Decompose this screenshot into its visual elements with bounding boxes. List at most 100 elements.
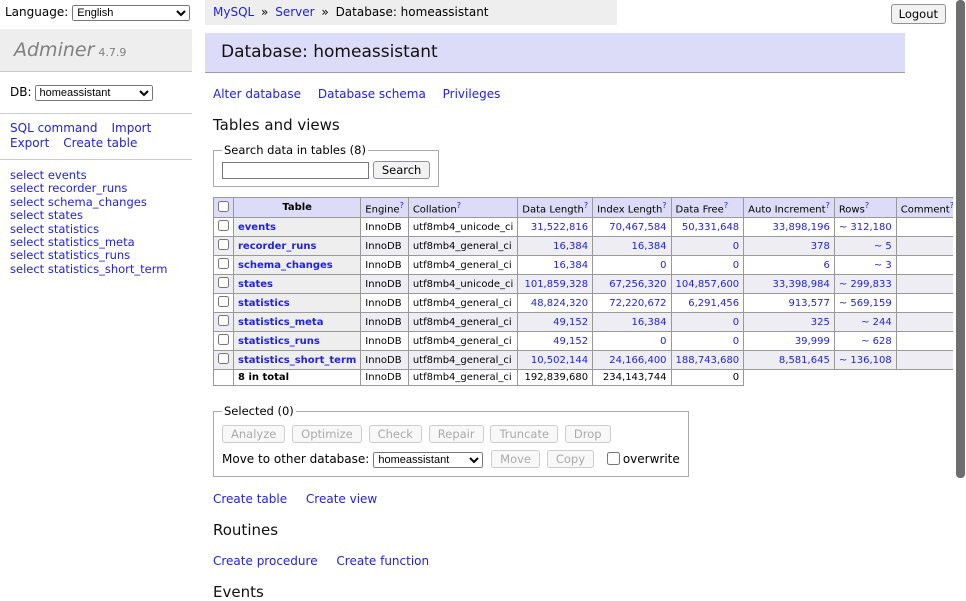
- rows-link[interactable]: ~ 136,108: [839, 355, 892, 366]
- table-name-link[interactable]: events: [238, 222, 276, 233]
- data-length-link[interactable]: 48,824,320: [531, 298, 588, 309]
- help-icon[interactable]: ?: [865, 201, 869, 210]
- repair-button[interactable]: Repair: [429, 425, 484, 443]
- language-select[interactable]: English: [72, 5, 190, 21]
- row-checkbox[interactable]: [218, 239, 229, 250]
- data-length-link[interactable]: 101,859,328: [524, 279, 588, 290]
- data-length-link[interactable]: 16,384: [553, 260, 588, 271]
- sidebar-item-select-statistics-runs[interactable]: select statistics_runs: [10, 249, 192, 261]
- create-table-link-bottom[interactable]: Create table: [213, 492, 287, 506]
- index-length-link[interactable]: 16,384: [632, 317, 667, 328]
- create-function-link[interactable]: Create function: [336, 554, 429, 568]
- database-schema-link[interactable]: Database schema: [318, 87, 426, 101]
- table-name-link[interactable]: recorder_runs: [238, 241, 316, 252]
- data-free-link[interactable]: 6,291,456: [688, 298, 739, 309]
- auto-increment-link[interactable]: 378: [811, 241, 830, 252]
- check-button[interactable]: Check: [369, 425, 422, 443]
- index-length-link[interactable]: 24,166,400: [609, 355, 666, 366]
- analyze-button[interactable]: Analyze: [222, 425, 285, 443]
- index-length-link[interactable]: 0: [660, 336, 666, 347]
- table-name-link[interactable]: states: [238, 279, 273, 290]
- row-checkbox[interactable]: [218, 353, 229, 364]
- index-length-link[interactable]: 0: [660, 260, 666, 271]
- table-name-link[interactable]: statistics: [238, 298, 290, 309]
- table-name-link[interactable]: statistics_meta: [238, 317, 323, 328]
- sidebar-item-select-schema-changes[interactable]: select schema_changes: [10, 196, 192, 208]
- index-length-link[interactable]: 16,384: [632, 241, 667, 252]
- data-length-link[interactable]: 49,152: [553, 317, 588, 328]
- rows-link[interactable]: ~ 3: [874, 260, 892, 271]
- scrollbar-thumb[interactable]: [956, 0, 965, 478]
- rows-link[interactable]: ~ 628: [861, 336, 892, 347]
- sidebar-item-select-events[interactable]: select events: [10, 169, 192, 181]
- move-button[interactable]: Move: [491, 450, 540, 468]
- create-procedure-link[interactable]: Create procedure: [213, 554, 318, 568]
- help-icon[interactable]: ?: [400, 201, 404, 210]
- row-checkbox[interactable]: [218, 277, 229, 288]
- auto-increment-link[interactable]: 913,577: [788, 298, 829, 309]
- table-name-link[interactable]: schema_changes: [238, 260, 333, 271]
- rows-link[interactable]: ~ 569,159: [839, 298, 892, 309]
- data-free-link[interactable]: 0: [733, 260, 739, 271]
- sidebar-item-select-statistics-meta[interactable]: select statistics_meta: [10, 236, 192, 248]
- data-free-link[interactable]: 0: [733, 317, 739, 328]
- row-checkbox[interactable]: [218, 296, 229, 307]
- auto-increment-link[interactable]: 33,898,196: [773, 222, 830, 233]
- auto-increment-link[interactable]: 39,999: [795, 336, 830, 347]
- table-name-link[interactable]: statistics_short_term: [238, 355, 356, 366]
- move-db-select[interactable]: homeassistant: [373, 452, 483, 468]
- index-length-link[interactable]: 67,256,320: [609, 279, 666, 290]
- sidebar-item-select-statistics-short-term[interactable]: select statistics_short_term: [10, 263, 192, 275]
- row-checkbox[interactable]: [218, 220, 229, 231]
- create-table-link[interactable]: Create table: [63, 136, 137, 150]
- help-icon[interactable]: ?: [826, 201, 830, 210]
- db-select[interactable]: homeassistant: [35, 85, 153, 101]
- rows-link[interactable]: ~ 244: [861, 317, 892, 328]
- column-header-collation: Collation?: [408, 198, 517, 218]
- sidebar-item-select-statistics[interactable]: select statistics: [10, 223, 192, 235]
- row-checkbox[interactable]: [218, 334, 229, 345]
- help-icon[interactable]: ?: [662, 201, 666, 210]
- rows-link[interactable]: ~ 312,180: [839, 222, 892, 233]
- auto-increment-link[interactable]: 33,398,984: [773, 279, 830, 290]
- overwrite-label[interactable]: overwrite: [623, 452, 680, 466]
- import-link[interactable]: Import: [111, 121, 151, 135]
- row-checkbox[interactable]: [218, 315, 229, 326]
- data-free-link[interactable]: 188,743,680: [676, 355, 740, 366]
- index-length-link[interactable]: 70,467,584: [609, 222, 666, 233]
- index-length-link[interactable]: 72,220,672: [609, 298, 666, 309]
- search-input[interactable]: [222, 162, 369, 179]
- drop-button[interactable]: Drop: [565, 425, 611, 443]
- overwrite-checkbox[interactable]: [607, 452, 620, 465]
- data-free-link[interactable]: 104,857,600: [676, 279, 740, 290]
- export-link[interactable]: Export: [10, 136, 49, 150]
- create-view-link[interactable]: Create view: [306, 492, 377, 506]
- sidebar-item-select-recorder-runs[interactable]: select recorder_runs: [10, 182, 192, 194]
- help-icon[interactable]: ?: [584, 201, 588, 210]
- copy-button[interactable]: Copy: [547, 450, 594, 468]
- row-checkbox[interactable]: [218, 258, 229, 269]
- table-name-link[interactable]: statistics_runs: [238, 336, 320, 347]
- alter-database-link[interactable]: Alter database: [213, 87, 301, 101]
- help-icon[interactable]: ?: [457, 201, 461, 210]
- data-free-link[interactable]: 0: [733, 241, 739, 252]
- auto-increment-link[interactable]: 325: [811, 317, 830, 328]
- truncate-button[interactable]: Truncate: [490, 425, 558, 443]
- help-icon[interactable]: ?: [724, 201, 728, 210]
- privileges-link[interactable]: Privileges: [443, 87, 501, 101]
- data-length-link[interactable]: 16,384: [553, 241, 588, 252]
- auto-increment-link[interactable]: 8,581,645: [779, 355, 830, 366]
- rows-link[interactable]: ~ 5: [874, 241, 892, 252]
- search-button[interactable]: Search: [373, 161, 431, 179]
- sql-command-link[interactable]: SQL command: [10, 121, 97, 135]
- sidebar-item-select-states[interactable]: select states: [10, 209, 192, 221]
- rows-link[interactable]: ~ 299,833: [839, 279, 892, 290]
- auto-increment-link[interactable]: 6: [823, 260, 829, 271]
- data-length-link[interactable]: 10,502,144: [531, 355, 588, 366]
- data-free-link[interactable]: 50,331,648: [682, 222, 739, 233]
- data-length-link[interactable]: 49,152: [553, 336, 588, 347]
- select-all-checkbox[interactable]: [218, 201, 229, 212]
- optimize-button[interactable]: Optimize: [292, 425, 362, 443]
- data-length-link[interactable]: 31,522,816: [531, 222, 588, 233]
- data-free-link[interactable]: 0: [733, 336, 739, 347]
